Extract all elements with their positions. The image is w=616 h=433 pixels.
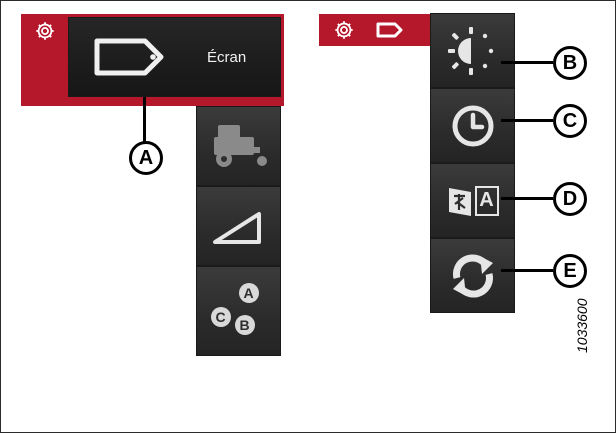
abc-options-icon: A C B bbox=[209, 281, 269, 341]
menu-item-combine[interactable] bbox=[196, 106, 281, 186]
callout-d: D bbox=[553, 182, 587, 216]
menu-item-abc-options[interactable]: A C B bbox=[196, 266, 281, 356]
callout-c: C bbox=[553, 104, 587, 138]
callout-e: E bbox=[553, 254, 587, 288]
language-icon: A bbox=[447, 184, 499, 218]
option-c-badge: C bbox=[210, 307, 231, 327]
callout-b-leader bbox=[501, 61, 553, 64]
option-b-badge: B bbox=[234, 315, 255, 335]
left-settings-tab[interactable] bbox=[27, 17, 63, 45]
menu-item-clock[interactable] bbox=[430, 88, 515, 163]
callout-c-leader bbox=[501, 119, 553, 122]
callout-d-leader bbox=[501, 197, 553, 200]
right-menu-header bbox=[319, 14, 430, 46]
refresh-icon bbox=[452, 254, 493, 297]
gear-icon bbox=[335, 21, 353, 39]
callout-b: B bbox=[553, 46, 587, 80]
option-a-badge: A bbox=[238, 283, 259, 303]
display-tag-icon bbox=[376, 22, 403, 38]
menu-item-language[interactable]: A bbox=[430, 163, 515, 238]
callout-a-leader bbox=[143, 97, 146, 143]
menu-item-header-angle[interactable] bbox=[196, 186, 281, 266]
display-tab[interactable]: Écran bbox=[68, 17, 281, 97]
combine-machine-icon bbox=[213, 124, 267, 167]
callout-a: A bbox=[129, 141, 163, 175]
menu-item-brightness[interactable] bbox=[430, 13, 515, 88]
language-foreign-glyph-icon bbox=[448, 187, 471, 216]
display-tag-icon bbox=[94, 38, 164, 76]
menu-item-refresh[interactable] bbox=[430, 238, 515, 313]
display-tab-label: Écran bbox=[207, 48, 247, 66]
menu-diagram: Écran A C B A A B C D E 1033600 bbox=[0, 0, 616, 433]
callout-e-leader bbox=[501, 269, 553, 272]
figure-number: 1033600 bbox=[574, 298, 590, 353]
header-angle-icon bbox=[212, 211, 261, 244]
gear-icon bbox=[36, 22, 54, 40]
brightness-icon bbox=[447, 26, 493, 75]
language-latin-glyph-icon: A bbox=[474, 185, 499, 216]
clock-icon bbox=[452, 105, 493, 146]
